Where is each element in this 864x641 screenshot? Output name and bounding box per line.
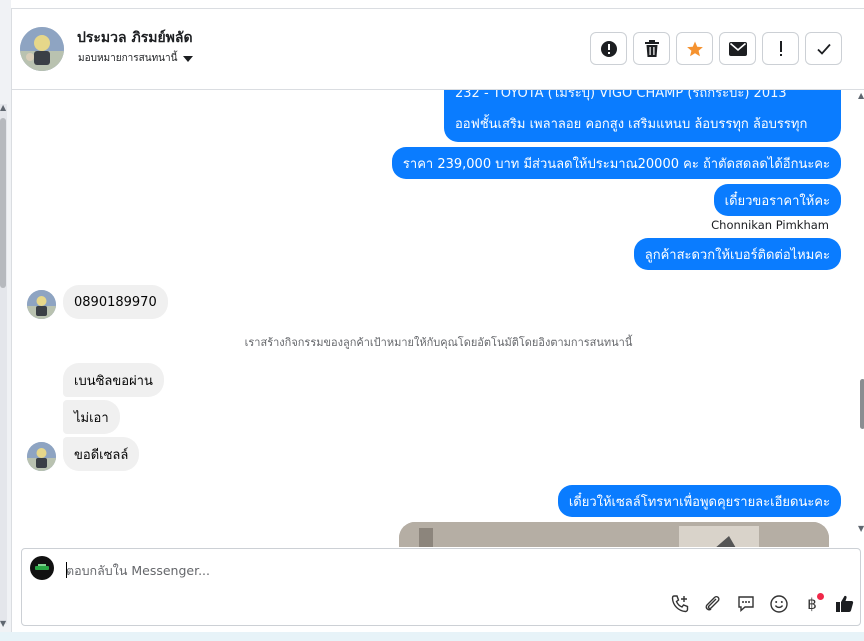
alert-circle-icon: [600, 40, 617, 57]
incoming-message-bubble[interactable]: ไม่เอา: [63, 400, 120, 434]
right-scroll-up-arrow[interactable]: ▲: [858, 91, 864, 100]
star-icon: [686, 41, 703, 56]
message-text: ลูกค้าสะดวกให้เบอร์ติดต่อไหมคะ: [644, 247, 830, 263]
contact-avatar[interactable]: [20, 27, 64, 71]
mark-unread-button[interactable]: [719, 32, 756, 65]
emoji-icon[interactable]: [767, 592, 791, 616]
baht-symbol: ฿: [807, 595, 817, 613]
message-text: เบนซิลขอผ่าน: [74, 373, 153, 389]
left-scroll-up-arrow[interactable]: ▲: [0, 104, 8, 112]
assign-label: มอบหมายการสนทนานี้: [78, 53, 178, 64]
saved-replies-icon[interactable]: [734, 592, 758, 616]
message-text: ขอดีเซลล์: [74, 447, 129, 463]
assign-conversation-dropdown[interactable]: มอบหมายการสนทนานี้: [78, 51, 194, 66]
contact-name[interactable]: ประมวล ภิรมย์พลัด: [77, 27, 193, 49]
image-attachment[interactable]: [399, 522, 829, 547]
outgoing-message-bubble[interactable]: เดี๋ยวขอราคาให้คะ: [713, 184, 841, 216]
composer-toolbar: ฿: [668, 592, 857, 616]
exclamation-icon: [779, 40, 782, 56]
message-text: 0890189970: [74, 294, 157, 310]
text-cursor: [66, 562, 67, 578]
paperclip-icon[interactable]: [701, 592, 725, 616]
follow-up-button[interactable]: [762, 32, 799, 65]
mark-done-button[interactable]: [805, 32, 842, 65]
right-scrollbar-thumb[interactable]: [860, 379, 864, 429]
check-icon: [816, 43, 831, 55]
reply-input[interactable]: [66, 560, 826, 580]
star-button[interactable]: [676, 32, 713, 65]
left-scrollbar-thumb[interactable]: [0, 118, 6, 288]
caret-down-icon: [183, 55, 194, 62]
baht-icon[interactable]: ฿: [800, 592, 824, 616]
partial-message-text: 232 - TOYOTA (ไม่ระบุ) VIGO CHAMP (รถกระ…: [455, 90, 787, 101]
left-scroll-down-arrow[interactable]: ▼: [0, 620, 8, 628]
message-text: ไม่เอา: [74, 410, 109, 426]
contact-avatar-small[interactable]: [27, 290, 56, 319]
conversation-header: ประมวล ภิรมย์พลัด มอบหมายการสนทนานี้: [12, 9, 864, 90]
right-scroll-down-arrow[interactable]: ▼: [858, 524, 864, 533]
notification-dot: [817, 593, 824, 600]
outgoing-message-bubble[interactable]: เดี๋ยวให้เซลล์โทรหาเพื่อพูดคุยรายละเอียด…: [557, 485, 841, 517]
right-scrollbar-track[interactable]: [855, 97, 864, 542]
message-text: ออฟชั้นเสริม เพลาลอย คอกสูง เสริมแหนบ ล้…: [455, 117, 808, 132]
page-avatar: [30, 556, 54, 580]
conversation-actions: [590, 32, 842, 65]
bottom-strip: [0, 632, 864, 641]
mark-spam-button[interactable]: [590, 32, 627, 65]
reply-composer: ฿: [21, 548, 861, 626]
outgoing-message-bubble[interactable]: ราคา 239,000 บาท มีส่วนลดให้ประมาณ20000 …: [391, 147, 841, 179]
contact-avatar-small[interactable]: [27, 442, 56, 471]
call-add-icon[interactable]: [668, 592, 692, 616]
incoming-message-bubble[interactable]: ขอดีเซลล์: [63, 437, 140, 471]
thumbs-up-icon[interactable]: [833, 592, 857, 616]
delete-button[interactable]: [633, 32, 670, 65]
inbox-conversation-panel: ประมวล ภิรมย์พลัด มอบหมายการสนทนานี้ 232…: [11, 8, 864, 633]
outgoing-message-bubble[interactable]: ลูกค้าสะดวกให้เบอร์ติดต่อไหมคะ: [633, 238, 841, 270]
incoming-message-bubble[interactable]: 0890189970: [63, 285, 168, 319]
outgoing-message-bubble[interactable]: 232 - TOYOTA (ไม่ระบุ) VIGO CHAMP (รถกระ…: [444, 90, 841, 142]
trash-icon: [644, 39, 659, 57]
mail-icon: [728, 41, 747, 56]
sender-name-label: Chonnikan Pimkham: [711, 218, 829, 232]
message-thread[interactable]: 232 - TOYOTA (ไม่ระบุ) VIGO CHAMP (รถกระ…: [12, 90, 864, 547]
message-text: เดี๋ยวขอราคาให้คะ: [724, 193, 830, 209]
message-text: ราคา 239,000 บาท มีส่วนลดให้ประมาณ20000 …: [402, 156, 830, 172]
system-notice: เราสร้างกิจกรรมของลูกค้าเป้าหมายให้กับคุ…: [244, 336, 633, 349]
message-text: เดี๋ยวให้เซลล์โทรหาเพื่อพูดคุยรายละเอียด…: [568, 494, 830, 510]
incoming-message-bubble[interactable]: เบนซิลขอผ่าน: [63, 363, 164, 397]
